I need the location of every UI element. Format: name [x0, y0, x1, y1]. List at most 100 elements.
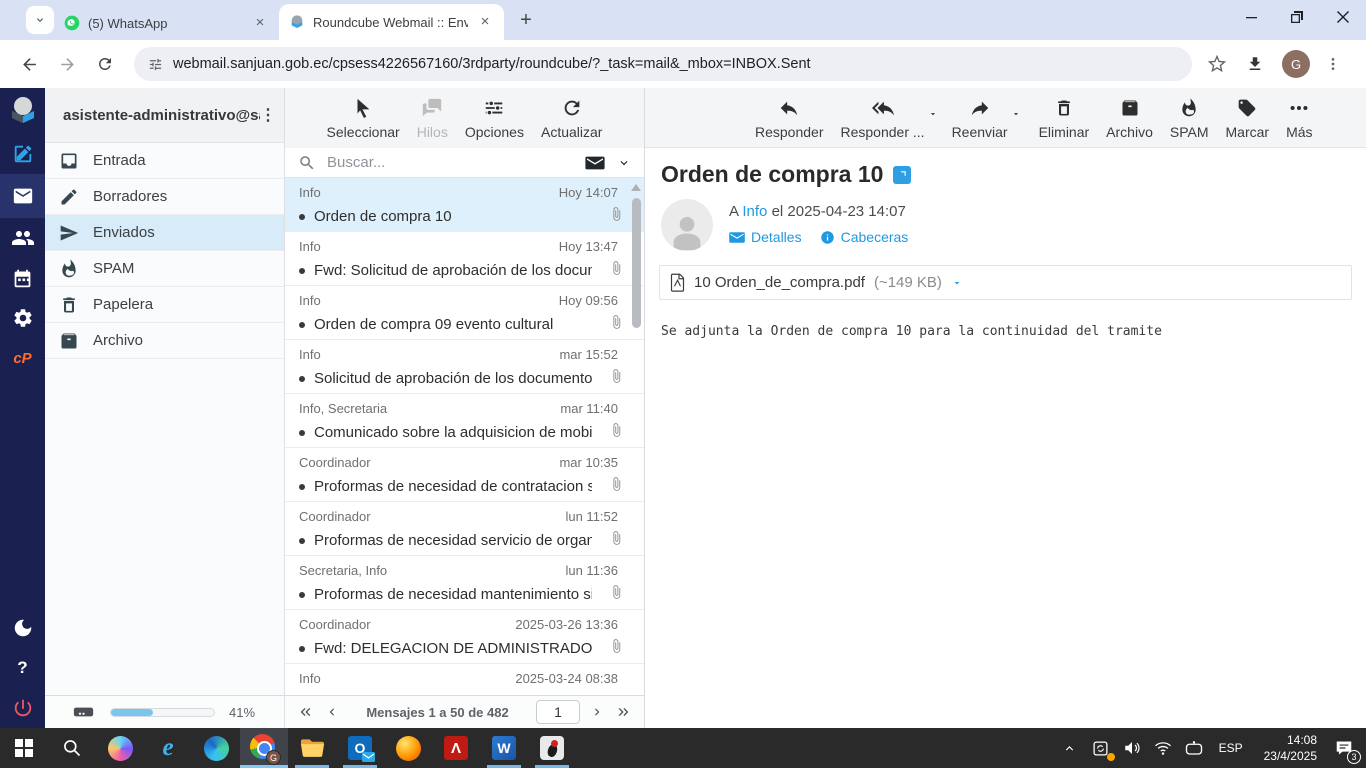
settings-icon[interactable] — [0, 298, 45, 338]
page-number-input[interactable] — [536, 700, 580, 724]
cpanel-icon[interactable]: cP — [0, 338, 45, 378]
unread-dot-icon — [299, 538, 305, 544]
more-button[interactable]: Más — [1286, 97, 1312, 147]
scrollbar-up-arrow[interactable] — [631, 184, 641, 191]
reload-button[interactable] — [88, 47, 122, 81]
contacts-icon[interactable] — [0, 218, 45, 258]
forward-button[interactable]: Reenviar — [952, 97, 1008, 147]
window-restore-button[interactable] — [1274, 0, 1320, 34]
browser-menu-icon[interactable] — [1316, 47, 1350, 81]
edge-button[interactable] — [192, 728, 240, 768]
folder-enviados[interactable]: Enviados — [45, 215, 284, 251]
message-list-row[interactable]: Info mar 15:52 Solicitud de aprobación d… — [285, 340, 644, 394]
site-settings-icon[interactable] — [148, 57, 163, 72]
language-indicator[interactable]: ESP — [1213, 741, 1249, 755]
taskbar-search-button[interactable] — [48, 728, 96, 768]
darkmode-icon[interactable] — [0, 608, 45, 648]
message-list-row[interactable]: Coordinador mar 10:35 Proformas de neces… — [285, 448, 644, 502]
tab-close-icon[interactable]: × — [476, 13, 494, 31]
search-options-chevron-icon[interactable] — [617, 156, 631, 170]
forward-button[interactable] — [50, 47, 84, 81]
tray-expand-chevron-icon[interactable] — [1058, 736, 1082, 760]
compose-icon[interactable] — [0, 134, 45, 174]
folder-spam[interactable]: SPAM — [45, 251, 284, 287]
folder-archivo[interactable]: Archivo — [45, 323, 284, 359]
reply-all-button[interactable]: Responder ... — [841, 97, 925, 147]
internet-explorer-button[interactable]: e — [144, 728, 192, 768]
archive-button[interactable]: Archivo — [1106, 97, 1153, 147]
tab-search-button[interactable] — [26, 6, 54, 34]
omnibox[interactable]: webmail.sanjuan.gob.ec/cpsess4226567160/… — [134, 47, 1192, 81]
attachment-row[interactable]: 10 Orden_de_compra.pdf (~149 KB) — [659, 265, 1352, 300]
select-button[interactable]: Seleccionar — [327, 97, 400, 148]
search-input[interactable] — [325, 153, 585, 172]
message-list-row[interactable]: Info Hoy 13:47 Fwd: Solicitud de aprobac… — [285, 232, 644, 286]
row-subject: Orden de compra 09 evento cultural — [314, 316, 553, 333]
message-list-row[interactable]: Coordinador lun 11:52 Proformas de neces… — [285, 502, 644, 556]
word-button[interactable]: W — [480, 728, 528, 768]
outlook-button[interactable]: O — [336, 728, 384, 768]
wifi-icon[interactable] — [1151, 736, 1175, 760]
delete-button[interactable]: Eliminar — [1039, 97, 1090, 147]
back-button[interactable] — [12, 47, 46, 81]
tab-whatsapp[interactable]: (5) WhatsApp × — [54, 6, 279, 40]
refresh-button[interactable]: Actualizar — [541, 97, 602, 148]
prev-page-icon[interactable] — [325, 704, 339, 720]
message-list-row[interactable]: Info Hoy 09:56 Orden de compra 09 evento… — [285, 286, 644, 340]
message-list-row[interactable]: Secretaria, Info lun 11:36 Proformas de … — [285, 556, 644, 610]
attachment-menu-caret-icon[interactable] — [951, 277, 963, 289]
scrollbar-thumb[interactable] — [632, 198, 641, 328]
message-list-row[interactable]: Info, Secretaria mar 11:40 Comunicado so… — [285, 394, 644, 448]
start-button[interactable] — [0, 728, 48, 768]
folder-entrada[interactable]: Entrada — [45, 143, 284, 179]
tag-icon — [1237, 97, 1257, 119]
calendar-icon[interactable] — [0, 258, 45, 298]
firefox-button[interactable] — [384, 728, 432, 768]
spam-button[interactable]: SPAM — [1170, 97, 1209, 147]
folder-label: Borradores — [93, 188, 167, 205]
folder-papelera[interactable]: Papelera — [45, 287, 284, 323]
acrobat-button[interactable]: Λ — [432, 728, 480, 768]
open-in-new-window-icon[interactable] — [893, 166, 911, 184]
window-minimize-button[interactable] — [1228, 0, 1274, 34]
new-tab-button[interactable]: + — [512, 6, 540, 34]
help-icon[interactable]: ? — [0, 648, 45, 688]
mail-icon[interactable] — [0, 174, 45, 218]
dropdown-caret-icon[interactable] — [1011, 109, 1021, 119]
mark-button[interactable]: Marcar — [1226, 97, 1270, 147]
last-page-icon[interactable] — [614, 704, 632, 720]
sync-status-icon[interactable] — [1089, 736, 1113, 760]
chrome-button[interactable]: G — [240, 728, 288, 768]
details-link[interactable]: Detalles — [729, 229, 802, 245]
threads-button[interactable]: Hilos — [417, 97, 448, 148]
first-page-icon[interactable] — [297, 704, 315, 720]
next-page-icon[interactable] — [590, 704, 604, 720]
options-button[interactable]: Opciones — [465, 97, 524, 148]
downloads-icon[interactable] — [1238, 47, 1272, 81]
sender-link[interactable]: Info — [742, 203, 767, 220]
bookmark-star-icon[interactable] — [1200, 47, 1234, 81]
attachment-name[interactable]: 10 Orden_de_compra.pdf — [694, 274, 865, 291]
window-close-button[interactable] — [1320, 0, 1366, 34]
copilot-button[interactable] — [96, 728, 144, 768]
reply-button[interactable]: Responder — [755, 97, 824, 147]
search-scope-mail-icon[interactable] — [585, 155, 605, 171]
profile-avatar[interactable]: G — [1282, 50, 1310, 78]
clock[interactable]: 14:08 23/4/2025 — [1256, 732, 1325, 764]
dropdown-caret-icon[interactable] — [928, 109, 938, 119]
logout-icon[interactable] — [0, 688, 45, 728]
url-text[interactable]: webmail.sanjuan.gob.ec/cpsess4226567160/… — [173, 56, 1178, 72]
java-app-button[interactable] — [528, 728, 576, 768]
headers-link[interactable]: Cabeceras — [820, 229, 909, 245]
account-menu-icon[interactable]: ⋮ — [260, 113, 274, 118]
tab-roundcube[interactable]: Roundcube Webmail :: Enviados × — [279, 4, 504, 40]
message-list-row[interactable]: Info 2025-03-24 08:38 — [285, 664, 644, 695]
meet-now-camera-icon[interactable] — [1182, 736, 1206, 760]
file-explorer-button[interactable] — [288, 728, 336, 768]
folder-borradores[interactable]: Borradores — [45, 179, 284, 215]
message-list-row[interactable]: Info Hoy 14:07 Orden de compra 10 — [285, 178, 644, 232]
tab-close-icon[interactable]: × — [251, 14, 269, 32]
volume-icon[interactable] — [1120, 736, 1144, 760]
notification-center-icon[interactable]: 3 — [1332, 736, 1356, 760]
message-list-row[interactable]: Coordinador 2025-03-26 13:36 Fwd: DELEGA… — [285, 610, 644, 664]
